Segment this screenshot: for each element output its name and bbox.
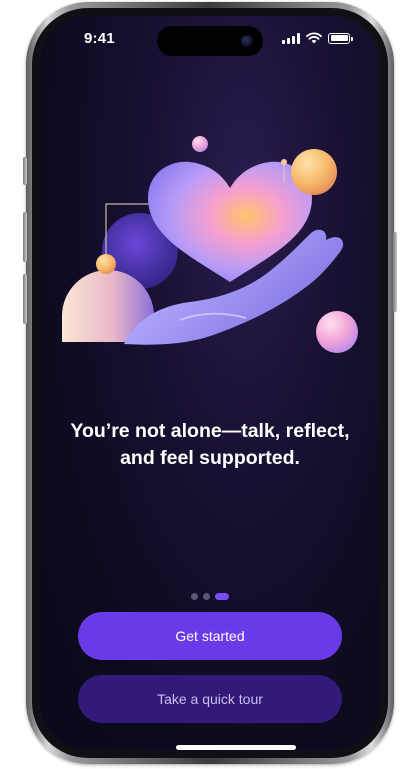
page-dot-1[interactable] — [191, 593, 198, 600]
page-dot-3-active[interactable] — [215, 593, 229, 600]
page-dot-2[interactable] — [203, 593, 210, 600]
cellular-signal-icon — [282, 32, 300, 44]
small-pink-orb — [192, 136, 208, 152]
dynamic-island — [157, 26, 263, 56]
home-indicator[interactable] — [176, 745, 296, 750]
camera-icon — [241, 35, 253, 47]
wifi-icon — [306, 32, 322, 44]
phone-frame: 9:41 You’re not alone—talk, reflect, and… — [23, 2, 397, 764]
tiny-orb — [281, 159, 287, 165]
small-orange-orb — [96, 254, 116, 274]
battery-icon — [328, 32, 353, 44]
status-time: 9:41 — [84, 30, 115, 47]
orange-orb — [291, 149, 337, 195]
side-button — [393, 232, 397, 312]
volume-down-button — [23, 274, 27, 324]
action-button — [23, 157, 27, 185]
heart-in-hand-illustration — [62, 136, 358, 353]
status-bar: 9:41 — [40, 16, 380, 64]
quick-tour-button[interactable]: Take a quick tour — [78, 675, 342, 723]
status-icons — [282, 32, 353, 44]
page-indicator — [40, 593, 380, 600]
screen: 9:41 You’re not alone—talk, reflect, and… — [40, 16, 380, 750]
pink-orb — [316, 311, 358, 353]
get-started-button[interactable]: Get started — [78, 612, 342, 660]
volume-up-button — [23, 212, 27, 262]
onboarding-headline: You’re not alone—talk, reflect, and feel… — [70, 420, 350, 469]
